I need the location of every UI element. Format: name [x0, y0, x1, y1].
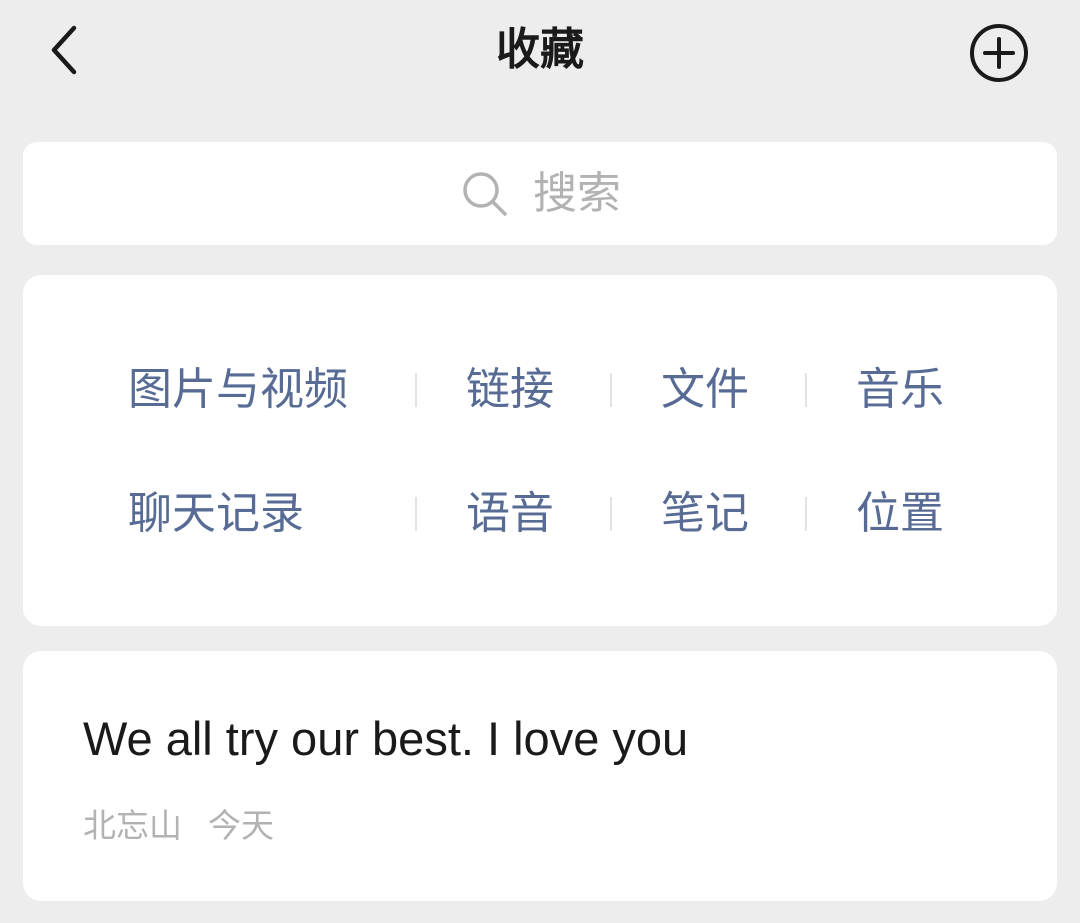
favorite-text: We all try our best. I love you — [83, 712, 689, 765]
category-notes[interactable]: 笔记 — [661, 486, 749, 542]
plus-circle-icon — [970, 24, 1028, 82]
favorite-item[interactable]: We all try our best. I love you 北忘山 今天 — [23, 651, 1057, 901]
divider — [610, 497, 612, 531]
header-bar: 收藏 — [0, 0, 1080, 104]
category-music[interactable]: 音乐 — [856, 362, 944, 418]
divider — [415, 373, 417, 407]
search-input[interactable]: 搜索 — [23, 142, 1057, 245]
divider — [610, 373, 612, 407]
category-voice[interactable]: 语音 — [466, 486, 554, 542]
search-icon — [459, 168, 511, 220]
category-links[interactable]: 链接 — [466, 362, 554, 418]
favorite-meta: 北忘山 今天 — [83, 806, 274, 846]
category-panel: 图片与视频 链接 文件 音乐 聊天记录 语音 笔记 位置 — [23, 275, 1057, 626]
favorite-date: 今天 — [208, 806, 274, 845]
category-photos-videos[interactable]: 图片与视频 — [128, 362, 348, 418]
category-location[interactable]: 位置 — [856, 486, 944, 542]
add-button[interactable] — [964, 18, 1034, 88]
divider — [805, 497, 807, 531]
divider — [805, 373, 807, 407]
category-chat-history[interactable]: 聊天记录 — [128, 486, 304, 542]
category-files[interactable]: 文件 — [661, 362, 749, 418]
search-placeholder: 搜索 — [533, 167, 621, 219]
favorite-source: 北忘山 — [83, 806, 182, 845]
page-title: 收藏 — [496, 24, 584, 75]
divider — [415, 497, 417, 531]
